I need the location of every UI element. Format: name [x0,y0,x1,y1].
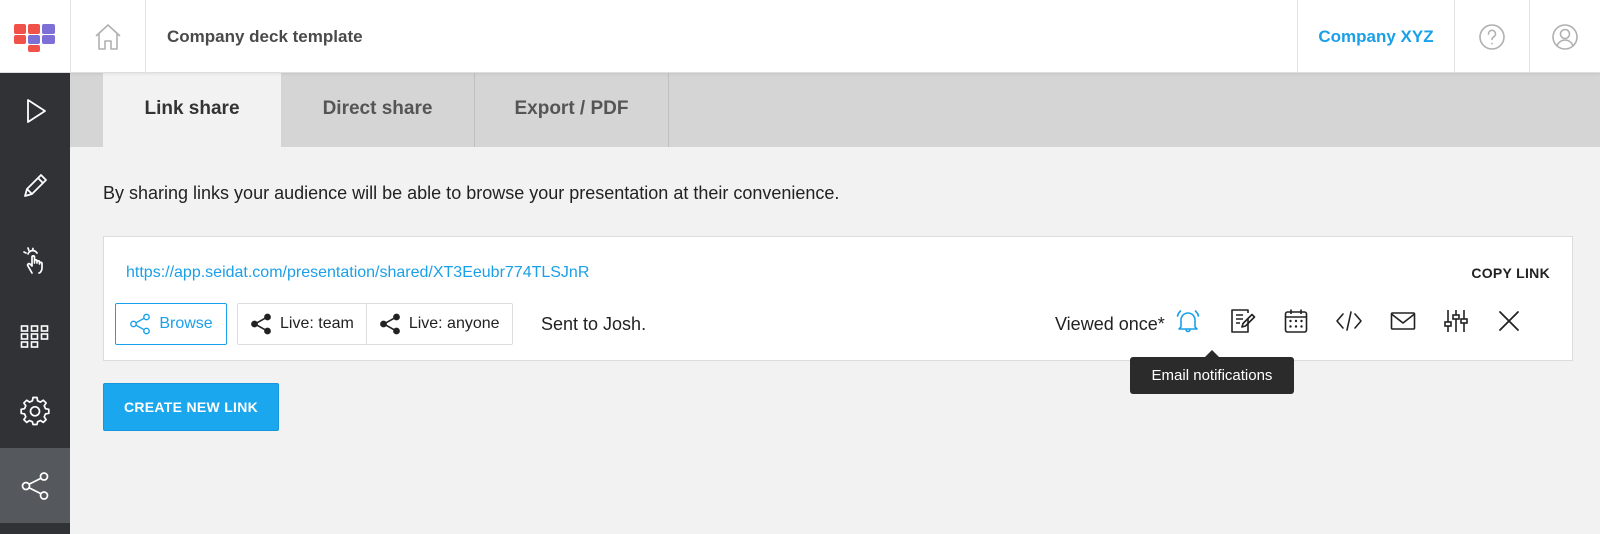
live-anyone-label: Live: anyone [408,315,500,332]
schedule-button[interactable] [1280,305,1312,337]
sidebar-item-present[interactable] [0,73,70,148]
create-new-link-button[interactable]: CREATE NEW LINK [103,383,279,431]
copy-link-button[interactable]: COPY LINK [1471,265,1550,281]
code-icon [1336,311,1362,331]
mail-icon [1390,312,1416,330]
share-tabs: Link share Direct share Export / PDF [70,73,1600,147]
sidebar-item-edit[interactable] [0,148,70,223]
sidebar [0,73,70,534]
help-button[interactable] [1455,0,1530,73]
link-settings-button[interactable] [1440,305,1472,337]
help-circle-icon [1479,23,1505,50]
tab-export-pdf[interactable]: Export / PDF [475,73,669,147]
tab-link-share[interactable]: Link share [103,73,281,147]
home-button[interactable] [70,0,146,73]
viewed-status[interactable]: Viewed once* [1055,314,1165,335]
seidat-logo-icon [14,23,55,52]
play-icon [27,98,46,123]
tab-direct-share[interactable]: Direct share [281,73,475,147]
share-icon [251,313,271,335]
send-email-button[interactable] [1387,305,1419,337]
document-title: Company deck template [167,27,363,46]
home-icon [95,23,121,50]
browse-button[interactable]: Browse [115,303,227,345]
sidebar-item-share[interactable] [0,448,70,523]
sliders-icon [1444,310,1468,332]
live-team-label: Live: team [280,315,354,332]
calendar-icon [1284,309,1308,333]
close-icon [1499,311,1519,331]
live-share-group: Live: team Live: anyone [237,303,513,345]
sidebar-item-settings[interactable] [0,373,70,448]
touch-icon [23,246,43,274]
delete-link-button[interactable] [1493,305,1525,337]
pencil-icon [24,173,47,197]
sidebar-item-slides[interactable] [0,298,70,373]
user-avatar-icon [1552,23,1578,50]
browse-label: Browse [159,315,213,332]
top-bar: Company deck template Company XYZ [0,0,1600,73]
notes-button[interactable] [1226,305,1258,337]
user-menu-button[interactable] [1530,0,1600,73]
tooltip: Email notifications [1130,350,1294,394]
live-team-button[interactable]: Live: team [238,304,366,344]
bell-icon [1176,310,1200,333]
email-notifications-button[interactable] [1172,305,1204,337]
intro-text: By sharing links your audience will be a… [103,183,840,203]
share-icon [379,313,400,335]
live-anyone-button[interactable]: Live: anyone [365,304,512,344]
share-link-card: https://app.seidat.com/presentation/shar… [103,236,1573,361]
share-link-url[interactable]: https://app.seidat.com/presentation/shar… [126,264,589,282]
company-name[interactable]: Company XYZ [1297,0,1455,73]
share-icon [21,471,49,500]
sent-status: Sent to Josh. [541,314,647,334]
notes-icon [1231,309,1256,333]
grid-icon [20,324,49,348]
gear-icon [20,396,50,425]
share-icon [130,313,151,335]
logo[interactable] [0,0,70,73]
sidebar-item-interactions[interactable] [0,223,70,298]
embed-code-button[interactable] [1333,305,1365,337]
